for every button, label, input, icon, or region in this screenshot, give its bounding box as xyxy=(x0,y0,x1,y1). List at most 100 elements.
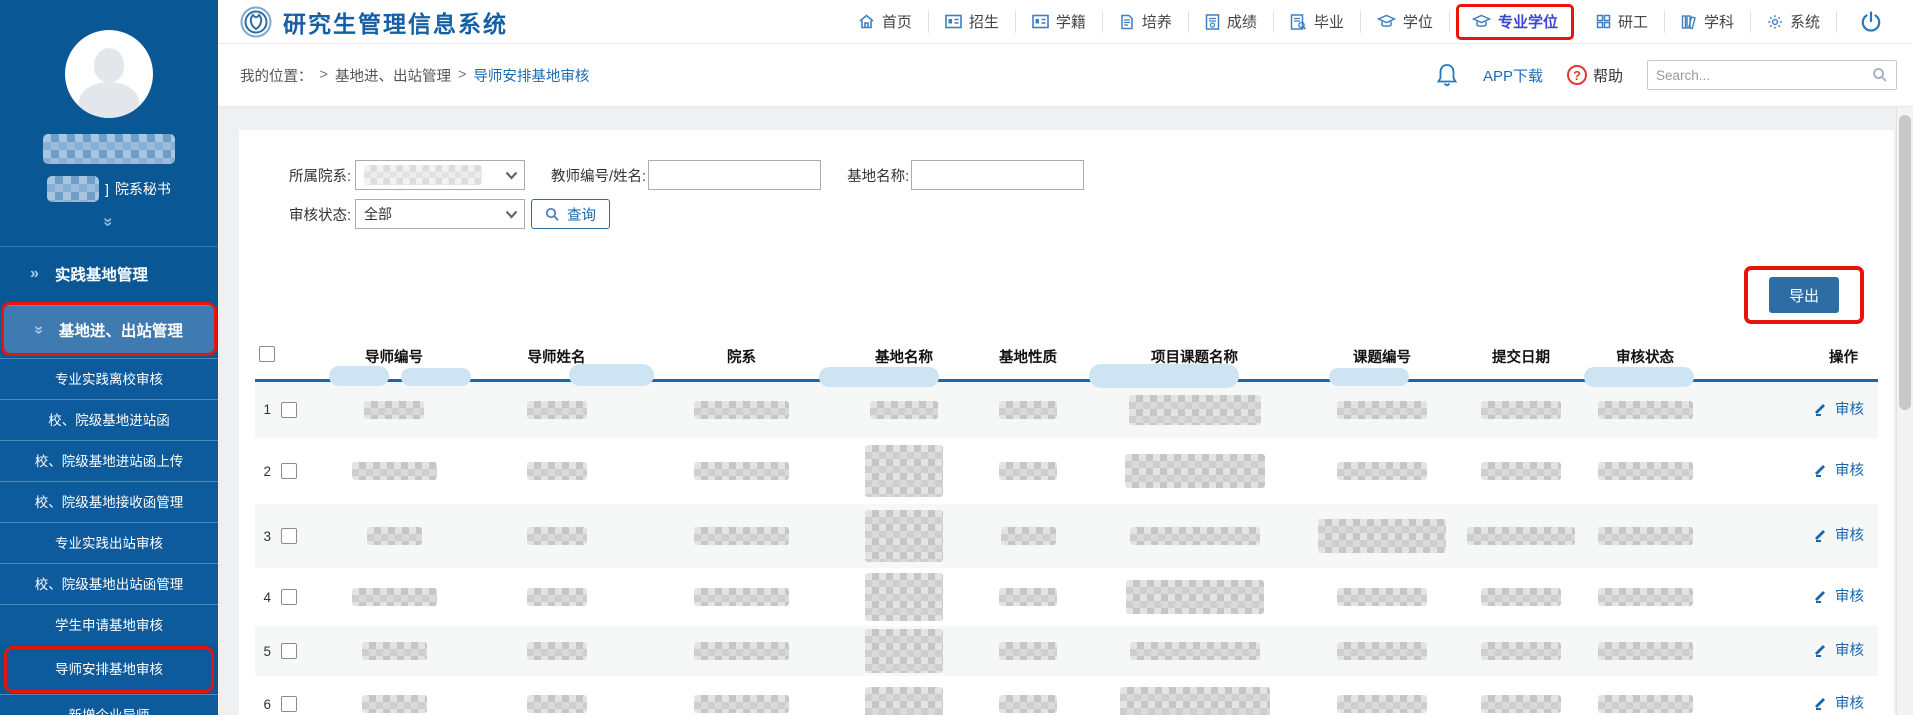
tab-discipline[interactable]: 学科 xyxy=(1665,11,1751,33)
tab-system[interactable]: 系统 xyxy=(1751,11,1837,33)
redaction-blob xyxy=(569,364,654,386)
grad-cap-icon xyxy=(1472,14,1491,29)
sidebar-item-tutor-arrange-audit[interactable]: 导师安排基地审核 xyxy=(7,649,211,690)
sidebar-item-practice-base-mgmt[interactable]: » 实践基地管理 xyxy=(0,246,218,300)
search-input[interactable] xyxy=(1656,68,1872,83)
avatar xyxy=(65,30,153,118)
help-link[interactable]: ? 帮助 xyxy=(1567,65,1623,86)
sidebar-item-new-enterprise-tutor[interactable]: 新增企业导师 xyxy=(0,694,218,715)
scrollbar-thumb[interactable] xyxy=(1899,115,1911,410)
sidebar-submenu: 专业实践离校审核 校、院级基地进站函 校、院级基地进站函上传 校、院级基地接收函… xyxy=(0,358,218,715)
audit-link-label: 审核 xyxy=(1835,524,1864,545)
tab-graduate-work[interactable]: 研工 xyxy=(1580,11,1665,33)
role-bracket: ] xyxy=(105,181,109,197)
logout-button[interactable] xyxy=(1837,10,1899,34)
tab-cultivation[interactable]: 培养 xyxy=(1103,11,1189,33)
sidebar-item-exit-letter-mgmt[interactable]: 校、院级基地出站函管理 xyxy=(0,563,218,604)
grad-cap-icon xyxy=(1377,14,1396,29)
menu-label: 实践基地管理 xyxy=(55,263,148,285)
query-button[interactable]: 查询 xyxy=(531,199,610,229)
audit-table-wrap: 导师编号 导师姓名 院系 基地名称 基地性质 项目课题名称 课题编号 提交日期 … xyxy=(239,330,1894,715)
tab-professional-degree[interactable]: 专业学位 xyxy=(1456,4,1574,40)
teacher-input[interactable] xyxy=(648,160,821,190)
edit-pencil-icon xyxy=(1812,642,1828,658)
row-number: 5 xyxy=(257,644,271,659)
tab-grades[interactable]: 成绩 xyxy=(1189,11,1274,33)
role-label: 院系秘书 xyxy=(115,179,171,199)
main-column: 研究生管理信息系统 首页 招生 学籍 培养 xyxy=(218,0,1913,715)
tab-degree[interactable]: 学位 xyxy=(1361,11,1450,33)
tab-graduation[interactable]: 毕业 xyxy=(1274,11,1361,33)
question-icon: ? xyxy=(1567,65,1587,85)
row-checkbox[interactable] xyxy=(281,463,297,479)
dept-select[interactable] xyxy=(355,160,525,190)
redaction-blob xyxy=(1089,364,1239,388)
audit-link[interactable]: 审核 xyxy=(1812,524,1864,545)
highlight-box-active-submenu: 导师安排基地审核 xyxy=(4,646,214,693)
row-number: 2 xyxy=(257,464,271,479)
status-label: 审核状态: xyxy=(289,204,351,225)
export-button[interactable]: 导出 xyxy=(1769,277,1839,313)
sidebar-item-entry-letter-upload[interactable]: 校、院级基地进站函上传 xyxy=(0,440,218,481)
breadcrumb-bar: 我的位置： > 基地进、出站管理 > 导师安排基地审核 APP下载 ? 帮助 xyxy=(218,44,1913,107)
select-all-checkbox[interactable] xyxy=(259,346,275,362)
redaction-blob xyxy=(819,367,939,387)
table-row: 3 审核 xyxy=(255,504,1878,568)
score-doc-icon xyxy=(1205,14,1220,30)
status-select[interactable]: 全部 xyxy=(355,199,525,229)
base-name-input[interactable] xyxy=(911,160,1084,190)
nav-label: 毕业 xyxy=(1314,11,1344,32)
row-checkbox[interactable] xyxy=(281,589,297,605)
audit-link[interactable]: 审核 xyxy=(1812,639,1864,660)
notification-bell-icon[interactable] xyxy=(1435,62,1459,88)
card-icon xyxy=(1032,14,1049,29)
nav-label: 学科 xyxy=(1704,11,1734,32)
audit-link[interactable]: 审核 xyxy=(1812,459,1864,480)
redaction-blob xyxy=(401,368,471,386)
redaction-blob xyxy=(329,366,389,386)
dept-select-value-redacted xyxy=(364,165,482,185)
menu-label: 基地进、出站管理 xyxy=(59,319,183,341)
sidebar-item-acceptance-letter-mgmt[interactable]: 校、院级基地接收函管理 xyxy=(0,481,218,522)
dept-label: 所属院系: xyxy=(289,165,351,186)
audit-link[interactable]: 审核 xyxy=(1812,398,1864,419)
tab-student-status[interactable]: 学籍 xyxy=(1016,11,1103,33)
table-row: 1 审核 xyxy=(255,380,1878,438)
top-nav: 首页 招生 学籍 培养 成绩 xyxy=(842,0,1899,43)
audit-link-label: 审核 xyxy=(1835,639,1864,660)
chevron-down-icon xyxy=(505,210,518,219)
row-checkbox[interactable] xyxy=(281,402,297,418)
tab-admission[interactable]: 招生 xyxy=(929,11,1016,33)
audit-link[interactable]: 审核 xyxy=(1812,585,1864,606)
row-number: 4 xyxy=(257,590,271,605)
nav-label: 学位 xyxy=(1403,11,1433,32)
tab-home[interactable]: 首页 xyxy=(842,11,929,33)
sidebar-item-student-apply-audit[interactable]: 学生申请基地审核 xyxy=(0,604,218,645)
sidebar-item-practice-exit-audit[interactable]: 专业实践出站审核 xyxy=(0,522,218,563)
breadcrumb-item[interactable]: 基地进、出站管理 xyxy=(335,65,451,86)
row-checkbox[interactable] xyxy=(281,528,297,544)
chevron-down-icon xyxy=(505,171,518,180)
row-number: 3 xyxy=(257,529,271,544)
base-name-label: 基地名称: xyxy=(847,165,909,186)
sidebar-item-base-inout-mgmt[interactable]: » 基地进、出站管理 xyxy=(4,305,214,353)
row-checkbox[interactable] xyxy=(281,643,297,659)
edit-pencil-icon xyxy=(1812,695,1828,711)
app-title: 研究生管理信息系统 xyxy=(283,5,508,39)
row-number: 1 xyxy=(257,402,271,417)
audit-link[interactable]: 审核 xyxy=(1812,692,1864,713)
gear-icon xyxy=(1767,14,1783,30)
vertical-scrollbar[interactable] xyxy=(1896,107,1913,715)
nav-label: 研工 xyxy=(1618,11,1648,32)
top-header: 研究生管理信息系统 首页 招生 学籍 培养 xyxy=(218,0,1913,44)
collapse-chevron-icon[interactable]: » xyxy=(0,212,218,232)
app-download-link[interactable]: APP下载 xyxy=(1483,65,1543,86)
search-icon[interactable] xyxy=(1872,67,1888,83)
user-name-redacted xyxy=(0,134,218,164)
sidebar-item-practice-leave-audit[interactable]: 专业实践离校审核 xyxy=(0,358,218,399)
breadcrumb: 我的位置： > 基地进、出站管理 > 导师安排基地审核 xyxy=(240,65,589,86)
row-number: 6 xyxy=(257,697,271,712)
sidebar-item-entry-letter[interactable]: 校、院级基地进站函 xyxy=(0,399,218,440)
row-checkbox[interactable] xyxy=(281,696,297,712)
app-logo-icon xyxy=(240,6,272,38)
